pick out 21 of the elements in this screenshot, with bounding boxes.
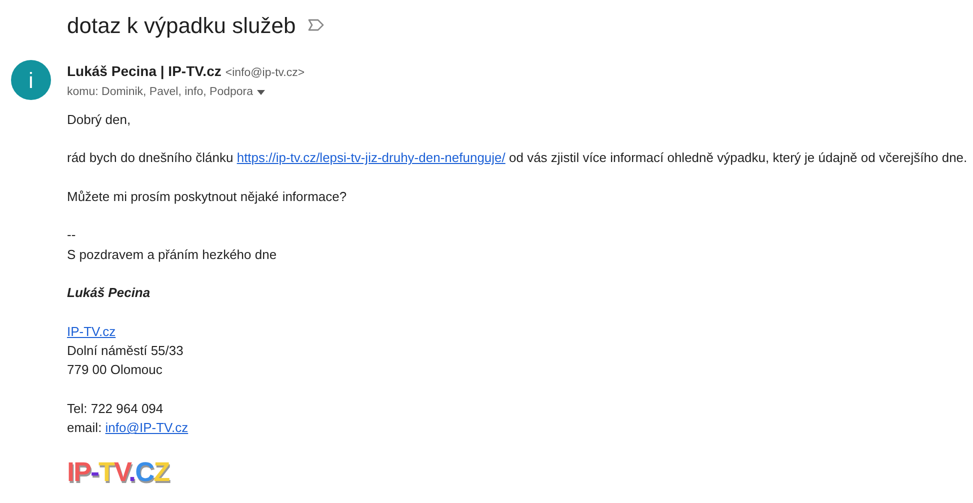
link[interactable]: IP-TV.cz	[67, 324, 116, 339]
body-text: Dolní náměstí 55/33	[67, 343, 184, 358]
logo-text: IP-TV.CZ	[67, 456, 170, 487]
body-text: email: info@IP-TV.cz	[67, 420, 188, 436]
body-text: Tel: 722 964 094	[67, 400, 164, 416]
recipients-text: komu: Dominik, Pavel, info, Podpora	[67, 85, 254, 100]
link[interactable]: https://ip-tv.cz/lepsi-tv-jiz-druhy-den-nefunguje/	[236, 150, 506, 166]
link[interactable]: info@IP-TV.cz	[105, 420, 188, 436]
body-text: 779 00 Olomouc	[67, 362, 162, 378]
sender-email: <info@ip-tv.cz>	[225, 66, 305, 81]
label-tag-icon	[308, 19, 324, 31]
body-text: S pozdravem a přáním hezkého dne	[67, 246, 277, 262]
body-text: --	[67, 227, 76, 242]
body-text: Dobrý den,	[67, 112, 131, 126]
sender-avatar: i	[11, 60, 51, 100]
email-subject: dotaz k výpadku služeb	[67, 12, 296, 40]
body-text: Můžete mi prosím poskytnout nějaké informace?	[67, 188, 347, 204]
sender-name: Lukáš Pecina | IP-TV.cz	[67, 62, 222, 82]
signature-name: Lukáš Pecina	[67, 285, 150, 300]
body-text: rád bych do dnešního článku https://ip-tv.cz/lepsi-tv-jiz-druhy-den-nefunguje/ od vás zjistil více informací ohledně výpadku, který je údajně od včerejšího dne.	[67, 150, 968, 166]
caret-icon[interactable]	[257, 90, 266, 96]
